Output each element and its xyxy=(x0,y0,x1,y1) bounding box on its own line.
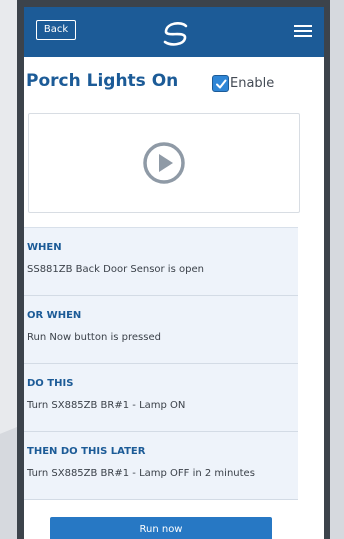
title-row: Porch Lights On Enable xyxy=(24,57,324,107)
rule-steps: WHEN SS881ZB Back Door Sensor is open OR… xyxy=(24,227,298,500)
checkmark-icon xyxy=(215,79,226,88)
step-description: SS881ZB Back Door Sensor is open xyxy=(27,264,204,275)
step-heading: WHEN xyxy=(27,242,62,253)
run-now-button[interactable]: Run now xyxy=(50,517,272,539)
app-screen: Back Porch Lights On Enable WHEN SS881ZB… xyxy=(24,7,324,539)
back-button[interactable]: Back xyxy=(36,20,76,40)
step-heading: THEN DO THIS LATER xyxy=(27,446,146,457)
step-heading: OR WHEN xyxy=(27,310,82,321)
step-description: Run Now button is pressed xyxy=(27,332,161,343)
step-when[interactable]: WHEN SS881ZB Back Door Sensor is open xyxy=(24,228,298,296)
device-frame: Back Porch Lights On Enable WHEN SS881ZB… xyxy=(17,0,330,539)
hamburger-menu-icon[interactable] xyxy=(294,25,312,37)
step-heading: DO THIS xyxy=(27,378,74,389)
page-title: Porch Lights On xyxy=(26,71,179,91)
s-logo-icon[interactable] xyxy=(161,21,191,47)
enable-toggle[interactable]: Enable xyxy=(212,75,274,92)
step-then-do-this-later[interactable]: THEN DO THIS LATER Turn SX885ZB BR#1 - L… xyxy=(24,432,298,500)
play-circle-icon[interactable] xyxy=(142,141,186,185)
enable-checkbox[interactable] xyxy=(212,75,229,92)
enable-label: Enable xyxy=(230,76,275,91)
step-or-when[interactable]: OR WHEN Run Now button is pressed xyxy=(24,296,298,364)
video-preview[interactable] xyxy=(28,113,300,213)
step-do-this[interactable]: DO THIS Turn SX885ZB BR#1 - Lamp ON xyxy=(24,364,298,432)
step-description: Turn SX885ZB BR#1 - Lamp ON xyxy=(27,400,186,411)
top-bar: Back xyxy=(24,7,324,57)
step-description: Turn SX885ZB BR#1 - Lamp OFF in 2 minute… xyxy=(27,468,255,479)
